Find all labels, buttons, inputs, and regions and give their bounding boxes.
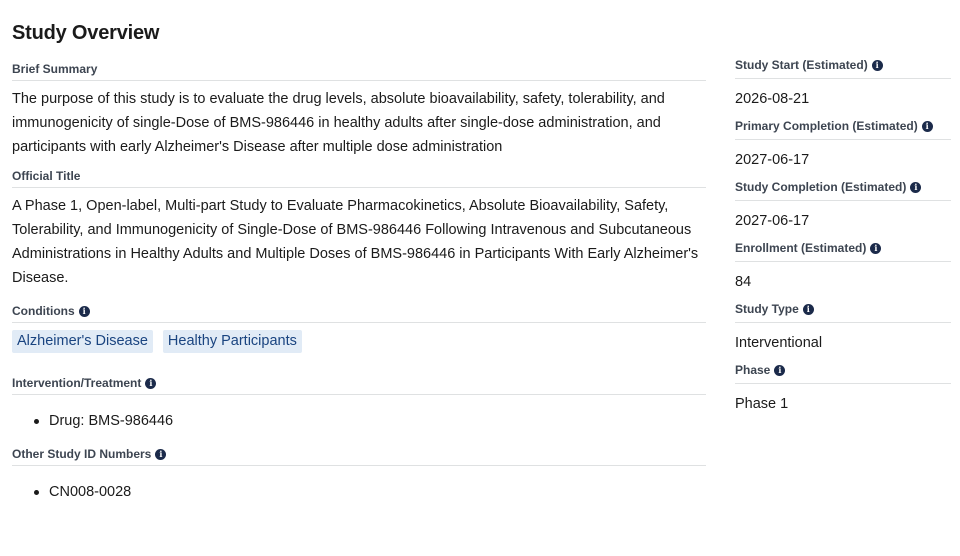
enrollment-label: Enrollment (Estimated) [735, 241, 867, 255]
official-title-label: Official Title [12, 169, 706, 188]
study-type-label-row: Study Type i [735, 302, 951, 323]
study-type-label: Study Type [735, 302, 799, 316]
info-icon[interactable]: i [155, 448, 167, 460]
info-icon[interactable]: i [774, 364, 786, 376]
conditions-label: Conditions [12, 304, 75, 318]
primary-completion-label-row: Primary Completion (Estimated) i [735, 119, 951, 140]
condition-tag-alzheimers[interactable]: Alzheimer's Disease [12, 330, 153, 353]
other-ids-section: Other Study ID Numbers i CN008-0028 [12, 447, 706, 504]
info-icon[interactable]: i [921, 120, 933, 132]
condition-tag-healthy[interactable]: Healthy Participants [162, 330, 302, 353]
brief-summary-section: Brief Summary The purpose of this study … [12, 62, 706, 159]
conditions-section: Conditions i Alzheimer's Disease Healthy… [12, 304, 706, 353]
phase-label-row: Phase i [735, 363, 951, 384]
brief-summary-text: The purpose of this study is to evaluate… [12, 91, 665, 155]
other-ids-label-row: Other Study ID Numbers i [12, 447, 706, 466]
info-icon[interactable]: i [871, 59, 883, 71]
conditions-tags: Alzheimer's Disease Healthy Participants [12, 330, 706, 353]
study-completion-section: Study Completion (Estimated) i 2027-06-1… [735, 180, 951, 233]
phase-section: Phase i Phase 1 [735, 363, 951, 416]
enrollment-section: Enrollment (Estimated) i 84 [735, 241, 951, 294]
official-title-section: Official Title A Phase 1, Open-label, Mu… [12, 169, 706, 290]
study-start-label-row: Study Start (Estimated) i [735, 58, 951, 79]
conditions-label-row: Conditions i [12, 304, 706, 323]
enrollment-value: 84 [735, 274, 752, 290]
primary-completion-value: 2027-06-17 [735, 152, 810, 168]
info-icon[interactable]: i [78, 305, 90, 317]
info-icon[interactable]: i [910, 181, 922, 193]
study-start-value: 2026-08-21 [735, 91, 810, 107]
intervention-list: Drug: BMS-986446 [12, 409, 706, 433]
official-title-text: A Phase 1, Open-label, Multi-part Study … [12, 198, 699, 286]
primary-completion-section: Primary Completion (Estimated) i 2027-06… [735, 119, 951, 172]
study-start-label: Study Start (Estimated) [735, 58, 868, 72]
intervention-label: Intervention/Treatment [12, 376, 142, 390]
info-icon[interactable]: i [145, 377, 157, 389]
study-completion-value: 2027-06-17 [735, 213, 810, 229]
study-completion-label-row: Study Completion (Estimated) i [735, 180, 951, 201]
other-ids-label: Other Study ID Numbers [12, 447, 152, 461]
study-completion-label: Study Completion (Estimated) [735, 180, 907, 194]
page-title: Study Overview [12, 22, 160, 44]
intervention-section: Intervention/Treatment i Drug: BMS-98644… [12, 376, 706, 433]
brief-summary-label: Brief Summary [12, 62, 706, 81]
study-start-section: Study Start (Estimated) i 2026-08-21 [735, 58, 951, 111]
main-column: Brief Summary The purpose of this study … [12, 62, 706, 504]
info-icon[interactable]: i [802, 303, 814, 315]
study-overview-page: Study Overview Brief Summary The purpose… [12, 0, 952, 556]
other-ids-list: CN008-0028 [12, 480, 706, 504]
intervention-label-row: Intervention/Treatment i [12, 376, 706, 395]
sidebar: Study Start (Estimated) i 2026-08-21 Pri… [735, 58, 951, 424]
study-type-section: Study Type i Interventional [735, 302, 951, 355]
info-icon[interactable]: i [870, 242, 882, 254]
enrollment-label-row: Enrollment (Estimated) i [735, 241, 951, 262]
primary-completion-label: Primary Completion (Estimated) [735, 119, 918, 133]
phase-label: Phase [735, 363, 771, 377]
list-item: CN008-0028 [34, 480, 706, 504]
phase-value: Phase 1 [735, 396, 789, 412]
study-type-value: Interventional [735, 335, 823, 351]
list-item: Drug: BMS-986446 [34, 409, 706, 433]
